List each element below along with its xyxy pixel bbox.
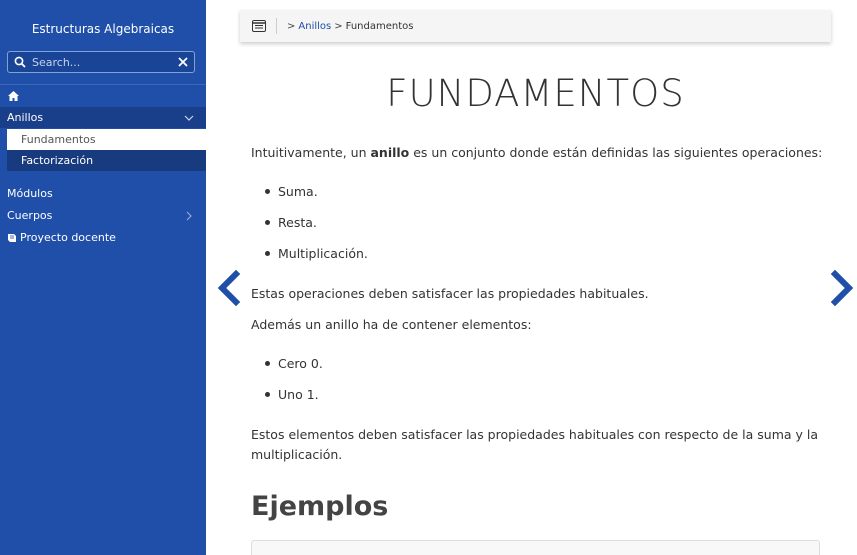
sidebar-item-label: Cuerpos (7, 209, 53, 222)
list-item-text: Suma. (278, 184, 318, 199)
site-title[interactable]: Estructuras Algebraicas (0, 22, 206, 36)
page-title: FUNDAMENTOS (386, 72, 685, 115)
list-item: Uno 1. (265, 387, 319, 402)
list-item: Suma. (265, 184, 318, 199)
home-link[interactable] (0, 86, 206, 106)
breadcrumb-separator: > (334, 20, 343, 32)
sidebar-item-proyecto-docente[interactable]: Proyecto docente (0, 227, 206, 248)
bullet-dot (265, 251, 270, 256)
breadcrumb-separator: > (287, 20, 296, 32)
section-heading: Ejemplos (251, 491, 389, 522)
intro-bold-term: anillo (370, 145, 410, 160)
example-box (251, 540, 820, 555)
home-icon (8, 91, 19, 101)
list-item: Cero 0. (265, 356, 323, 371)
next-arrow-icon[interactable] (829, 270, 855, 306)
sidebar-item-label: Anillos (7, 111, 44, 124)
search-box (7, 51, 195, 73)
bullet-dot (265, 361, 270, 366)
intro-text: Intuitivamente, un (251, 145, 371, 160)
paragraph: Estos elementos deben satisfacer las pro… (251, 427, 819, 442)
search-input[interactable] (32, 55, 178, 69)
sidebar-item-fundamentos[interactable]: Fundamentos (7, 129, 206, 150)
paragraph: Además un anillo ha de contener elemento… (251, 317, 532, 332)
list-item-text: Resta. (278, 215, 317, 230)
search-icon (14, 56, 26, 68)
breadcrumb-divider (276, 18, 277, 34)
sidebar-item-label: Módulos (7, 187, 53, 200)
sidebar-item-cuerpos[interactable]: Cuerpos (0, 205, 206, 226)
list-item: Resta. (265, 215, 317, 230)
book-icon (8, 233, 16, 242)
bullet-dot (265, 189, 270, 194)
list-item: Multiplicación. (265, 246, 368, 261)
breadcrumb: > Anillos > Fundamentos (240, 10, 831, 42)
bullet-dot (265, 392, 270, 397)
sidebar-item-factorizacion[interactable]: Factorización (7, 150, 206, 171)
sidebar-item-modulos[interactable]: Módulos (0, 183, 206, 204)
chevron-right-icon[interactable] (184, 211, 194, 221)
paragraph: Estas operaciones deben satisfacer las p… (251, 286, 649, 301)
clear-icon[interactable] (178, 57, 188, 67)
sidebar: Estructuras Algebraicas Anillos Fundamen… (0, 0, 206, 555)
breadcrumb-link-anillos[interactable]: Anillos (298, 21, 331, 32)
intro-paragraph: Intuitivamente, un anillo es un conjunto… (251, 143, 822, 163)
menu-icon[interactable] (252, 20, 266, 32)
chevron-down-icon[interactable] (184, 113, 194, 123)
bullet-dot (265, 220, 270, 225)
sidebar-divider (0, 84, 206, 85)
list-item-text: Cero 0. (278, 356, 323, 371)
list-item-text: Multiplicación. (278, 246, 368, 261)
sidebar-item-anillos[interactable]: Anillos (0, 107, 206, 128)
sidebar-item-label: Proyecto docente (20, 231, 116, 244)
intro-text: es un conjunto donde están definidas las… (409, 145, 823, 160)
sidebar-item-label: Fundamentos (21, 133, 96, 146)
paragraph: multiplicación. (251, 447, 343, 462)
breadcrumb-current: Fundamentos (345, 20, 414, 32)
list-item-text: Uno 1. (278, 387, 319, 402)
sidebar-item-label: Factorización (21, 154, 94, 167)
prev-arrow-icon[interactable] (216, 270, 242, 306)
